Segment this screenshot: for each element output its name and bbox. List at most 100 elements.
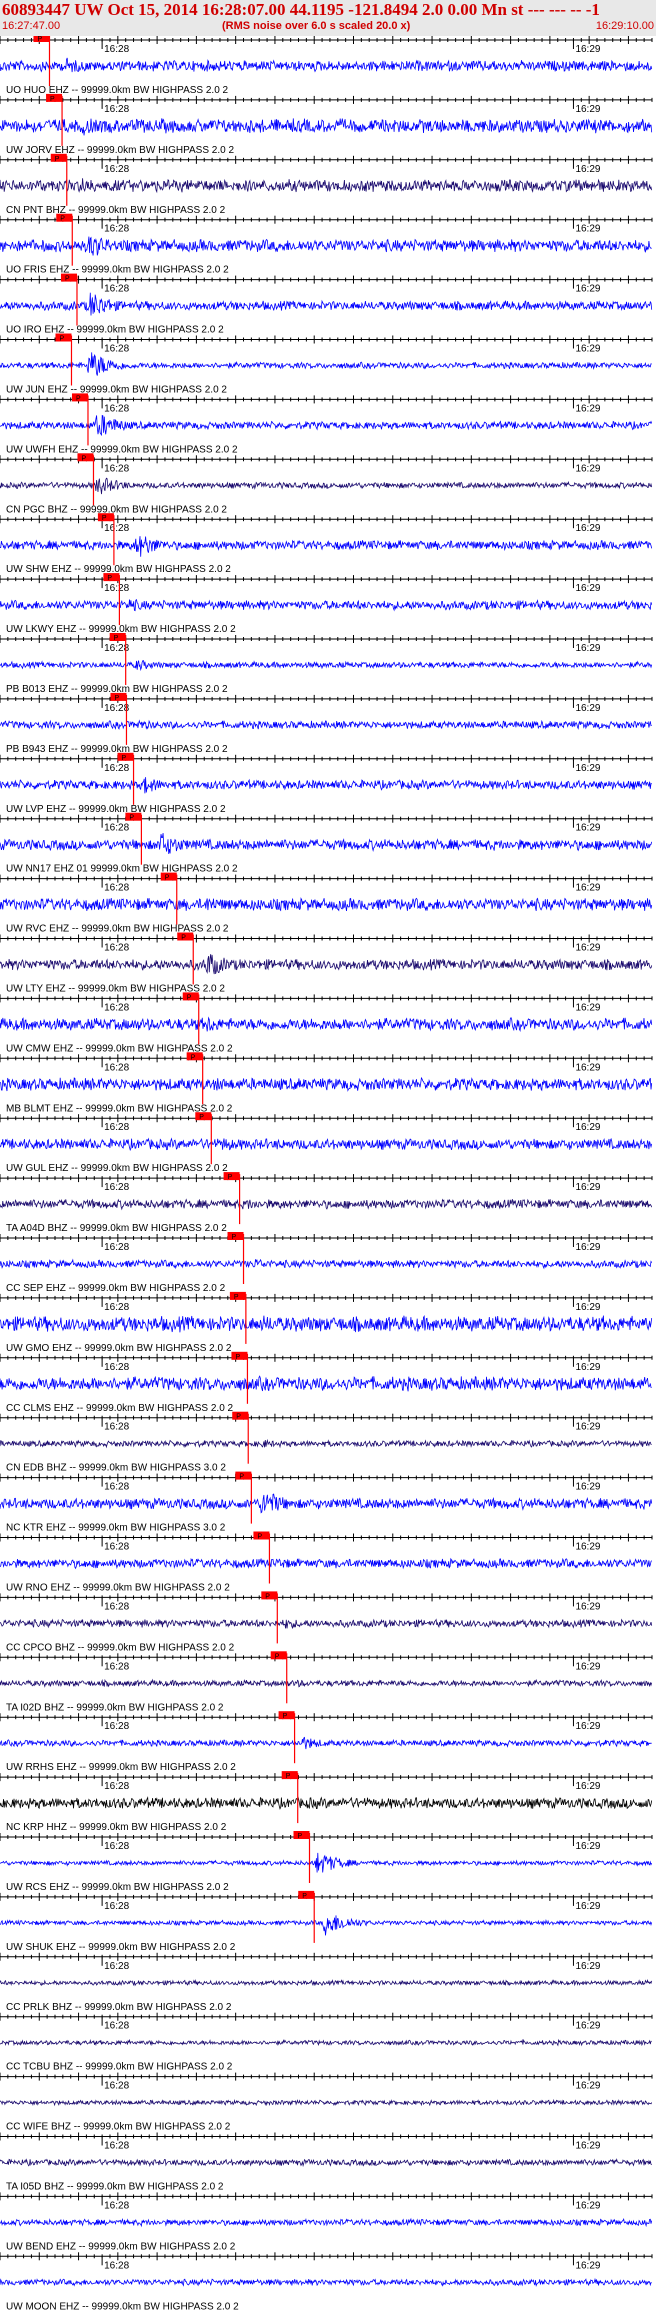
pick-label: P bbox=[265, 1593, 270, 1600]
pick-label: P bbox=[228, 1174, 233, 1181]
pick-label: P bbox=[65, 276, 70, 283]
minute-label: 16:29 bbox=[575, 643, 600, 654]
station-label: CC WIFE BHZ -- 99999.0km BW HIGHPASS 2.0… bbox=[6, 2122, 231, 2133]
pick-label: P bbox=[37, 36, 42, 43]
waveform-trace bbox=[0, 954, 653, 975]
station-label: UW RNO EHZ -- 99999.0km BW HIGHPASS 2.0 … bbox=[6, 1583, 230, 1594]
minute-label: 16:28 bbox=[104, 763, 129, 774]
waveform-trace bbox=[0, 1258, 653, 1270]
waveform-trace bbox=[0, 2158, 652, 2168]
minute-label: 16:28 bbox=[104, 2260, 129, 2271]
station-label: NC KRP HHZ -- 99999.0km BW HIGHPASS 2.0 … bbox=[6, 1822, 227, 1833]
station-label: CC CLMS EHZ -- 99999.0km BW HIGHPASS 2.0… bbox=[6, 1403, 234, 1414]
waveform-trace bbox=[0, 1736, 652, 1750]
station-label: NC KTR EHZ -- 99999.0km BW HIGHPASS 3.0 … bbox=[6, 1523, 226, 1534]
minute-label: 16:28 bbox=[104, 224, 129, 235]
minute-label: 16:29 bbox=[575, 164, 600, 175]
pick-label: P bbox=[234, 1294, 239, 1301]
pick-label: P bbox=[286, 1773, 291, 1780]
waveform-trace bbox=[0, 1137, 653, 1152]
station-label: CN EDB BHZ -- 99999.0km BW HIGHPASS 3.0 … bbox=[6, 1463, 226, 1474]
minute-label: 16:29 bbox=[575, 703, 600, 714]
waveform-trace bbox=[0, 599, 653, 612]
minute-label: 16:29 bbox=[575, 2021, 600, 2032]
waveform-trace bbox=[0, 1618, 653, 1630]
waveform-trace bbox=[0, 2277, 652, 2287]
pick-label: P bbox=[107, 575, 112, 582]
station-label: UW JUN EHZ -- 99999.0km BW HIGHPASS 2.0 … bbox=[6, 385, 227, 396]
minute-label: 16:29 bbox=[575, 1182, 600, 1193]
pick-label: P bbox=[275, 1653, 280, 1660]
pick-label: P bbox=[191, 1054, 196, 1061]
waveform-trace bbox=[0, 1678, 653, 1688]
waveform-trace bbox=[0, 719, 652, 730]
minute-label: 16:28 bbox=[104, 104, 129, 115]
pick-label: P bbox=[114, 695, 119, 702]
waveform-trace bbox=[0, 1438, 652, 1449]
pick-label: P bbox=[302, 1893, 307, 1900]
minute-label: 16:28 bbox=[104, 1721, 129, 1732]
waveform-trace bbox=[0, 1493, 653, 1514]
pick-label: P bbox=[236, 1414, 241, 1421]
minute-label: 16:28 bbox=[104, 1781, 129, 1792]
station-label: UW RCS EHZ -- 99999.0km BW HIGHPASS 2.0 … bbox=[6, 1882, 229, 1893]
minute-label: 16:28 bbox=[104, 1362, 129, 1373]
minute-label: 16:29 bbox=[575, 2260, 600, 2271]
minute-label: 16:29 bbox=[575, 1601, 600, 1612]
waveform-trace bbox=[0, 414, 653, 437]
waveform-trace bbox=[0, 897, 653, 912]
minute-label: 16:29 bbox=[575, 523, 600, 534]
station-label: UO HUO EHZ -- 99999.0km BW HIGHPASS 2.0 … bbox=[6, 85, 229, 96]
station-label: UW JORV EHZ -- 99999.0km BW HIGHPASS 2.0… bbox=[6, 145, 234, 156]
minute-label: 16:28 bbox=[104, 1482, 129, 1493]
waveform-trace bbox=[0, 660, 653, 672]
minute-label: 16:29 bbox=[575, 1302, 600, 1313]
minute-label: 16:29 bbox=[575, 583, 600, 594]
minute-label: 16:29 bbox=[575, 2081, 600, 2092]
minute-label: 16:28 bbox=[104, 44, 129, 55]
minute-label: 16:29 bbox=[575, 1362, 600, 1373]
minute-label: 16:28 bbox=[104, 1841, 129, 1852]
waveform-trace bbox=[0, 1557, 653, 1570]
station-label: UO IRO EHZ -- 99999.0km BW HIGHPASS 2.0 … bbox=[6, 325, 224, 336]
minute-label: 16:28 bbox=[104, 1901, 129, 1912]
pick-label: P bbox=[81, 455, 86, 462]
pick-label: P bbox=[298, 1833, 303, 1840]
waveform-trace bbox=[0, 236, 652, 256]
minute-label: 16:29 bbox=[575, 104, 600, 115]
station-label: UW BEND EHZ -- 99999.0km BW HIGHPASS 2.0… bbox=[6, 2241, 236, 2252]
pick-label: P bbox=[235, 1354, 240, 1361]
pick-label: P bbox=[165, 875, 170, 882]
waveform-trace bbox=[0, 1796, 653, 1810]
station-label: CC SEP EHZ -- 99999.0km BW HIGHPASS 2.0 … bbox=[6, 1283, 226, 1294]
minute-label: 16:28 bbox=[104, 2141, 129, 2152]
seismogram-plot: 16:28 16:29 UO HUO EHZ -- 99999.0km BW HIG… bbox=[0, 36, 653, 2312]
minute-label: 16:29 bbox=[575, 1002, 600, 1013]
pick-label: P bbox=[199, 1114, 204, 1121]
minute-label: 16:28 bbox=[104, 943, 129, 954]
pick-label: P bbox=[239, 1474, 244, 1481]
minute-label: 16:28 bbox=[104, 1542, 129, 1553]
header-bar: 60893447 UW Oct 15, 2014 16:28:07.00 44.… bbox=[0, 0, 656, 36]
minute-label: 16:29 bbox=[575, 1721, 600, 1732]
pick-label: P bbox=[114, 635, 119, 642]
station-label: CC PRLK BHZ -- 99999.0km BW HIGHPASS 2.0… bbox=[6, 2002, 232, 2013]
waveform-trace bbox=[0, 1016, 653, 1033]
pick-label: P bbox=[60, 216, 65, 223]
start-time: 16:27:47.00 bbox=[2, 20, 61, 32]
minute-label: 16:29 bbox=[575, 1542, 600, 1553]
pick-label: P bbox=[55, 156, 60, 163]
station-label: CN PNT BHZ -- 99999.0km BW HIGHPASS 2.0 … bbox=[6, 205, 226, 216]
station-label: UW MOON EHZ -- 99999.0km BW HIGHPASS 2.0… bbox=[6, 2301, 239, 2312]
rms-note: (RMS noise over 6.0 s scaled 20.0 x) bbox=[222, 20, 411, 32]
station-label: TA A04D BHZ -- 99999.0km BW HIGHPASS 2.0… bbox=[6, 1223, 227, 1234]
minute-label: 16:29 bbox=[575, 883, 600, 894]
minute-label: 16:29 bbox=[575, 763, 600, 774]
minute-label: 16:28 bbox=[104, 2021, 129, 2032]
pick-label: P bbox=[59, 336, 64, 343]
minute-label: 16:28 bbox=[104, 523, 129, 534]
minute-label: 16:29 bbox=[575, 284, 600, 295]
minute-label: 16:28 bbox=[104, 403, 129, 414]
minute-label: 16:29 bbox=[575, 1661, 600, 1672]
pick-label: P bbox=[283, 1713, 288, 1720]
